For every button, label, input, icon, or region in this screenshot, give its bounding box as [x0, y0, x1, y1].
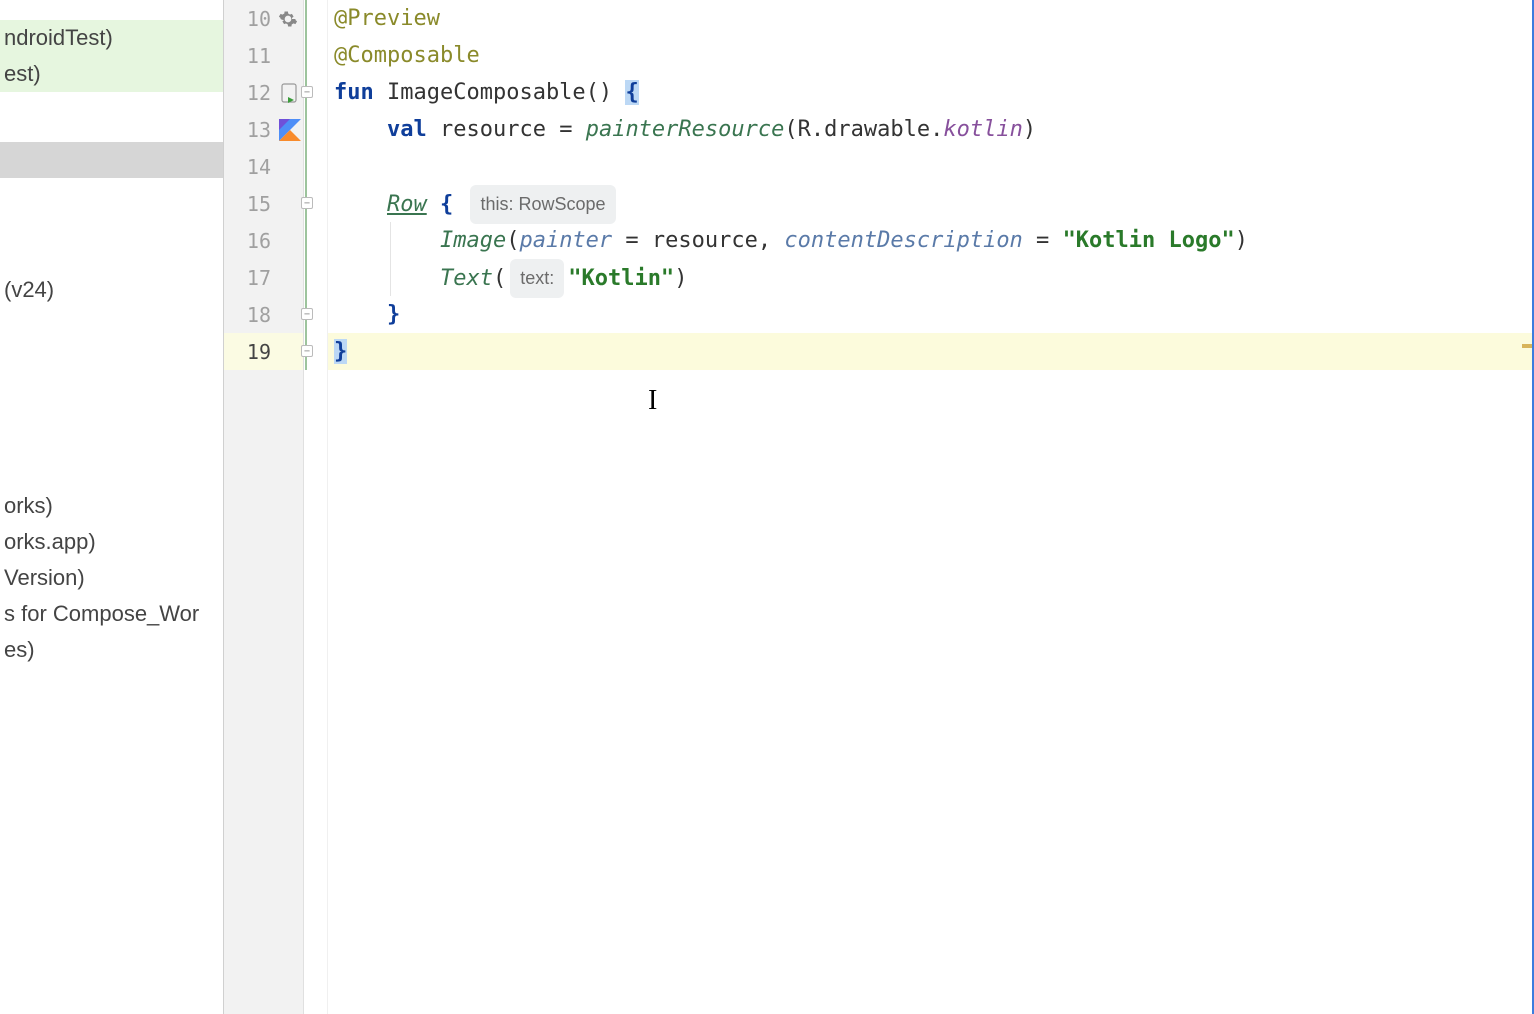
gutter-line[interactable]: 11 — [224, 37, 303, 74]
call-painterresource: painterResource — [586, 117, 785, 142]
code-line[interactable]: Image(painter = resource, contentDescrip… — [328, 222, 1534, 259]
text-cursor-icon: I — [648, 382, 657, 419]
annotation: @Preview — [334, 6, 440, 31]
project-sidebar[interactable]: ndroidTest) est) (v24) orks) orks.app) V… — [0, 0, 224, 1014]
brace-close: } — [387, 302, 400, 327]
run-gutter-icon[interactable] — [281, 83, 301, 103]
resource-id: kotlin — [943, 117, 1022, 142]
tree-item[interactable]: ndroidTest) — [0, 20, 223, 56]
tree-item[interactable]: orks.app) — [0, 524, 223, 560]
line-number: 19 — [247, 340, 271, 364]
function-name: ImageComposable — [387, 80, 586, 105]
call-image: Image — [440, 228, 506, 253]
gutter-line[interactable]: 15 — [224, 185, 303, 222]
string-literal: "Kotlin" — [568, 266, 674, 291]
fold-toggle-icon[interactable] — [301, 345, 313, 357]
annotation: @Composable — [334, 43, 480, 68]
fold-toggle-icon[interactable] — [301, 308, 313, 320]
gutter-line-current[interactable]: 19 — [224, 333, 303, 370]
line-number: 11 — [247, 44, 271, 68]
code-line[interactable]: fun ImageComposable() { — [328, 74, 1534, 111]
keyword-fun: fun — [334, 80, 374, 105]
line-number: 16 — [247, 229, 271, 253]
brace-close-highlighted: } — [334, 339, 347, 364]
gutter-line[interactable]: 18 — [224, 296, 303, 333]
code-line[interactable]: @Composable — [328, 37, 1534, 74]
tree-item[interactable]: orks) — [0, 488, 223, 524]
gutter-line[interactable]: 13 — [224, 111, 303, 148]
keyword-val: val — [387, 117, 427, 142]
code-line[interactable]: } — [328, 296, 1534, 333]
warning-marker[interactable] — [1522, 344, 1532, 348]
fold-toggle-icon[interactable] — [301, 86, 313, 98]
code-line[interactable]: val resource = painterResource(R.drawabl… — [328, 111, 1534, 148]
inlay-hint: this: RowScope — [470, 185, 615, 224]
inlay-hint: text: — [510, 259, 564, 298]
line-number: 14 — [247, 155, 271, 179]
gear-icon[interactable] — [277, 8, 299, 30]
tree-item-selected[interactable] — [0, 142, 223, 178]
string-literal: "Kotlin Logo" — [1063, 228, 1235, 253]
code-line-blank[interactable] — [328, 148, 1534, 185]
kotlin-icon[interactable] — [279, 119, 301, 141]
variable-name: resource — [440, 117, 546, 142]
r-class: R — [798, 117, 811, 142]
fold-toggle-icon[interactable] — [301, 197, 313, 209]
line-number: 10 — [247, 7, 271, 31]
gutter-line[interactable]: 14 — [224, 148, 303, 185]
tree-item[interactable]: (v24) — [0, 272, 223, 308]
param-painter: painter — [519, 228, 612, 253]
code-line[interactable]: @Preview — [328, 0, 1534, 37]
code-editor[interactable]: @Preview @Composable fun ImageComposable… — [328, 0, 1534, 1014]
line-number: 17 — [247, 266, 271, 290]
code-line-current[interactable]: } — [328, 333, 1534, 370]
param-contentdescription: contentDescription — [784, 228, 1022, 253]
gutter-line[interactable]: 12 — [224, 74, 303, 111]
line-number: 18 — [247, 303, 271, 327]
tree-item[interactable]: Version) — [0, 560, 223, 596]
arg-resource: resource — [652, 228, 758, 253]
brace-open-highlighted: { — [625, 80, 638, 105]
tree-item[interactable]: s for Compose_Wor — [0, 596, 223, 632]
parens: () — [586, 80, 613, 105]
editor-gutter[interactable]: 10 11 12 13 1 — [224, 0, 304, 1014]
line-number: 13 — [247, 118, 271, 142]
drawable: drawable — [824, 117, 930, 142]
code-line[interactable]: Row { this: RowScope — [328, 185, 1534, 222]
code-line[interactable]: Text(text:"Kotlin") — [328, 259, 1534, 296]
tree-item[interactable]: es) — [0, 632, 223, 668]
gutter-line[interactable]: 16 — [224, 222, 303, 259]
ide-window: ndroidTest) est) (v24) orks) orks.app) V… — [0, 0, 1534, 1014]
call-text: Text — [440, 266, 493, 291]
call-row: Row — [387, 192, 427, 217]
gutter-line[interactable]: 10 — [224, 0, 303, 37]
tree-item[interactable]: est) — [0, 56, 223, 92]
gutter-line[interactable]: 17 — [224, 259, 303, 296]
fold-strip[interactable] — [304, 0, 328, 1014]
line-number: 15 — [247, 192, 271, 216]
line-number: 12 — [247, 81, 271, 105]
